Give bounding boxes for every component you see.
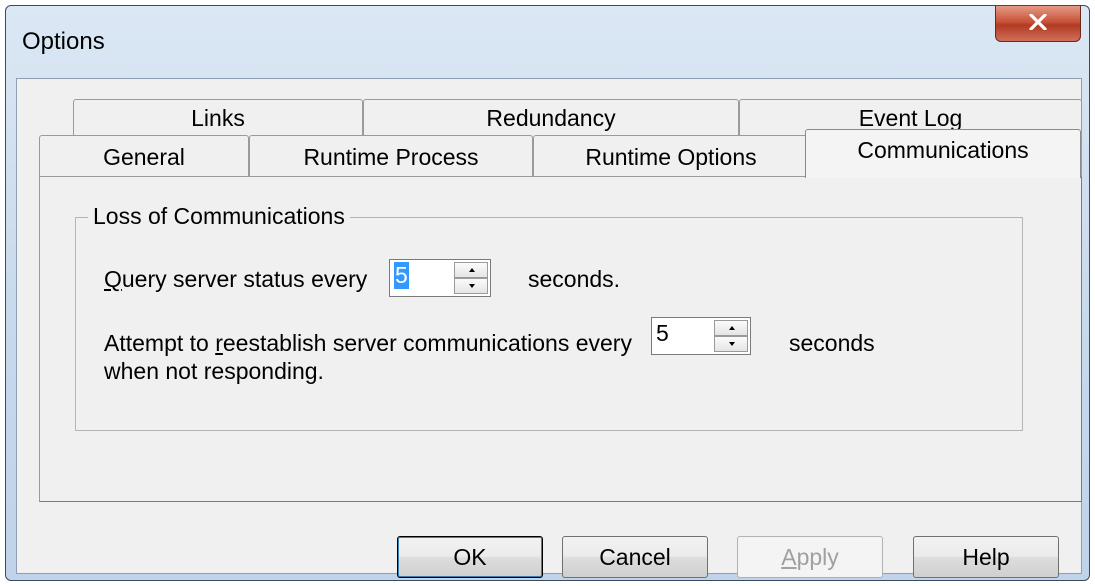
spinner-buttons (714, 320, 748, 352)
tab-panel-communications: Loss of Communications Query server stat… (39, 176, 1082, 502)
spin-up-button[interactable] (714, 320, 748, 336)
reestablish-pre: Attempt to (104, 330, 216, 356)
apply-accel: A (781, 544, 797, 570)
title-bar[interactable]: Options (6, 6, 1089, 78)
spin-down-button[interactable] (454, 278, 488, 294)
reestablish-unit-label: seconds (789, 330, 875, 356)
reestablish-label-line1: Attempt to reestablish server communicat… (104, 330, 632, 357)
tab-general[interactable]: General (39, 135, 249, 177)
tab-label: General (103, 144, 185, 170)
reestablish-interval-spinner[interactable]: 5 (651, 317, 751, 355)
tab-label: Communications (857, 137, 1029, 163)
query-interval-spinner[interactable]: 5 (389, 259, 491, 297)
query-interval-value[interactable]: 5 (394, 262, 409, 289)
ok-button[interactable]: OK (397, 536, 543, 578)
tab-label: Runtime Options (585, 144, 757, 170)
cancel-button[interactable]: Cancel (562, 536, 708, 578)
apply-rest: pply (796, 544, 839, 570)
help-button[interactable]: Help (913, 536, 1059, 578)
tab-label: Runtime Process (303, 144, 479, 170)
arrow-down-icon (469, 284, 475, 288)
window-title: Options (22, 28, 105, 55)
spin-up-button[interactable] (454, 262, 488, 278)
reestablish-label-line2: when not responding. (104, 358, 324, 384)
apply-button[interactable]: Apply (737, 536, 883, 578)
spin-down-button[interactable] (714, 336, 748, 352)
reestablish-interval-value[interactable]: 5 (656, 320, 669, 347)
query-unit-label: seconds. (528, 266, 621, 292)
reestablish-accel: r (215, 330, 223, 356)
query-label-accel: Q (104, 266, 122, 292)
query-label-rest: uery server status every (121, 266, 368, 292)
tab-links[interactable]: Links (73, 99, 363, 135)
loss-of-communications-group: Loss of Communications Query server stat… (75, 203, 1023, 431)
tab-redundancy[interactable]: Redundancy (363, 99, 739, 135)
close-icon (1029, 14, 1047, 30)
arrow-up-icon (469, 268, 475, 272)
arrow-down-icon (729, 342, 735, 346)
tab-runtime-process[interactable]: Runtime Process (249, 135, 533, 177)
query-status-label: Query server status every (104, 266, 367, 293)
tab-label: Links (191, 105, 245, 131)
tab-runtime-options[interactable]: Runtime Options (533, 135, 809, 177)
spinner-buttons (454, 262, 488, 294)
group-label: Loss of Communications (88, 203, 350, 230)
tab-label: Redundancy (486, 105, 616, 131)
dialog-client-area: Links Redundancy Event Log General Runti… (16, 78, 1082, 578)
options-dialog: Options Links Redundancy Event Log Gener… (5, 5, 1090, 581)
tab-communications[interactable]: Communications (805, 129, 1081, 178)
close-button[interactable] (995, 6, 1081, 42)
arrow-up-icon (729, 326, 735, 330)
reestablish-rest: eestablish server communications every (222, 330, 632, 356)
